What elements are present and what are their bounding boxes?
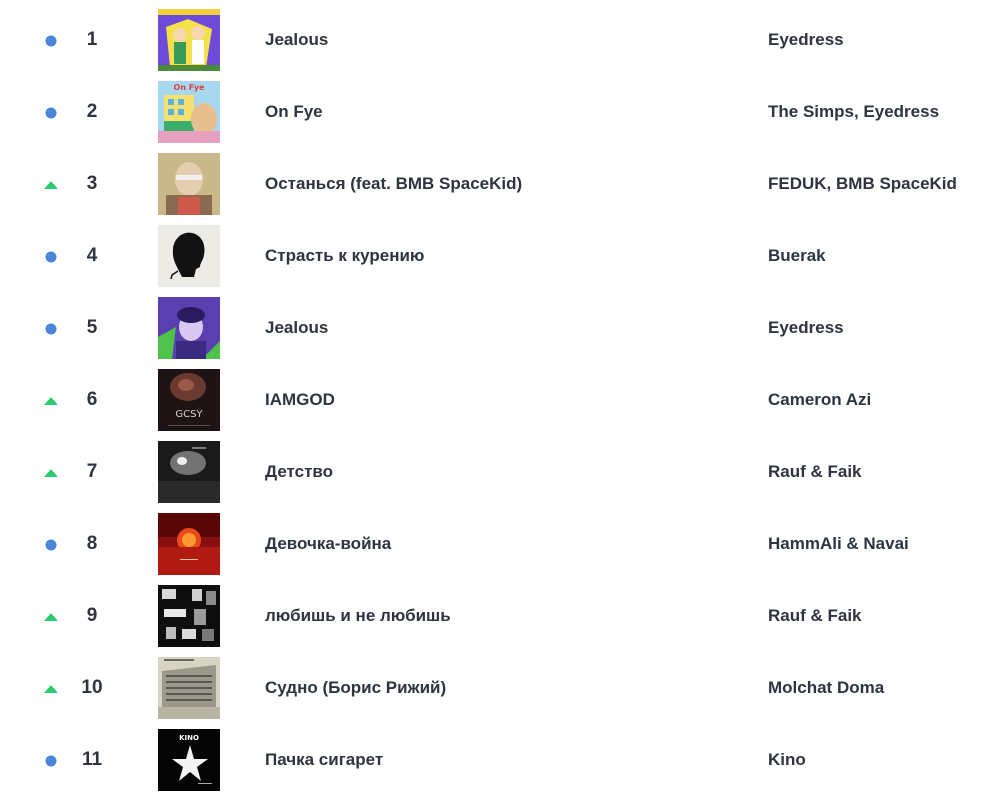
artist-name[interactable]: FEDUK, BMB SpaceKid: [768, 174, 957, 194]
rank-number: 6: [86, 389, 98, 410]
artist-name[interactable]: Eyedress: [768, 318, 844, 338]
chart-row-5[interactable]: 5 Jealous Eyedress: [0, 288, 988, 360]
track-title[interactable]: IAMGOD: [265, 390, 335, 410]
album-cover-red-sun[interactable]: [158, 513, 220, 575]
chart-row-10[interactable]: 10 Судно (Борис Рижий) Molchat Doma: [0, 648, 988, 720]
trend-same-icon: [45, 755, 57, 767]
artist-name[interactable]: Cameron Azi: [768, 390, 871, 410]
artist-name[interactable]: Rauf & Faik: [768, 606, 862, 626]
trend-same-icon: [45, 539, 57, 551]
chart-row-4[interactable]: 4 Страсть к курению Buerak: [0, 216, 988, 288]
album-cover-dark-portrait[interactable]: GCSY: [158, 369, 220, 431]
rank-number: 9: [86, 605, 98, 626]
track-title[interactable]: Jealous: [265, 318, 328, 338]
rank-number: 10: [81, 677, 103, 698]
artist-name[interactable]: The Simps, Eyedress: [768, 102, 939, 122]
track-title[interactable]: Страсть к курению: [265, 246, 424, 266]
album-cover-kino-star[interactable]: KINO: [158, 729, 220, 791]
album-cover-building-photo[interactable]: [158, 657, 220, 719]
chart-row-11[interactable]: 11 KINO Пачка сигарет Kino: [0, 720, 988, 792]
track-title[interactable]: Девочка-война: [265, 534, 391, 554]
trend-same-icon: [45, 251, 57, 263]
track-title[interactable]: любишь и не любишь: [265, 606, 451, 626]
rank-number: 2: [86, 101, 98, 122]
rank-number: 4: [86, 245, 98, 266]
rank-number: 7: [86, 461, 98, 482]
track-title[interactable]: On Fye: [265, 102, 323, 122]
album-cover-cartoon-yellow[interactable]: [158, 9, 220, 71]
track-title[interactable]: Пачка сигарет: [265, 750, 383, 770]
chart-row-1[interactable]: 1 Jealous Eyedress: [0, 0, 988, 72]
trend-up-icon: [44, 685, 58, 693]
artist-name[interactable]: Kino: [768, 750, 806, 770]
cover-logo-text: KINO: [179, 734, 199, 742]
rank-number: 3: [86, 173, 98, 194]
trend-same-icon: [45, 323, 57, 335]
album-cover-dark-grey[interactable]: [158, 441, 220, 503]
rank-number: 11: [81, 749, 103, 770]
trend-same-icon: [45, 107, 57, 119]
track-title[interactable]: Останься (feat. BMB SpaceKid): [265, 174, 522, 194]
trend-up-icon: [44, 469, 58, 477]
album-cover-collage[interactable]: [158, 585, 220, 647]
artist-name[interactable]: Molchat Doma: [768, 678, 884, 698]
album-cover-silhouette[interactable]: [158, 225, 220, 287]
track-title[interactable]: Судно (Борис Рижий): [265, 678, 446, 698]
chart-row-6[interactable]: 6 GCSY IAMGOD Cameron Azi: [0, 360, 988, 432]
chart-row-2[interactable]: 2 On Fye On Fye The Simps, Eyedress: [0, 72, 988, 144]
cover-logo-text: On Fye: [174, 83, 206, 92]
track-title[interactable]: Jealous: [265, 30, 328, 50]
chart-row-9[interactable]: 9 любишь и не любишь Rauf & Faik: [0, 576, 988, 648]
artist-name[interactable]: Buerak: [768, 246, 826, 266]
cover-logo-text: GCSY: [175, 409, 203, 420]
album-cover-cartoon-building[interactable]: On Fye: [158, 81, 220, 143]
album-cover-portrait[interactable]: [158, 153, 220, 215]
trend-up-icon: [44, 397, 58, 405]
trend-up-icon: [44, 181, 58, 189]
rank-number: 5: [86, 317, 98, 338]
artist-name[interactable]: HammAli & Navai: [768, 534, 909, 554]
chart-row-7[interactable]: 7 Детство Rauf & Faik: [0, 432, 988, 504]
chart-list: 1 Jealous Eyedress 2 On Fye On Fye The S…: [0, 0, 988, 796]
rank-number: 1: [86, 29, 98, 50]
chart-row-8[interactable]: 8 Девочка-война HammAli & Navai: [0, 504, 988, 576]
artist-name[interactable]: Rauf & Faik: [768, 462, 862, 482]
trend-up-icon: [44, 613, 58, 621]
chart-row-3[interactable]: 3 Останься (feat. BMB SpaceKid) FEDUK, B…: [0, 144, 988, 216]
artist-name[interactable]: Eyedress: [768, 30, 844, 50]
rank-number: 8: [86, 533, 98, 554]
track-title[interactable]: Детство: [265, 462, 333, 482]
album-cover-purple-green[interactable]: [158, 297, 220, 359]
trend-same-icon: [45, 35, 57, 47]
